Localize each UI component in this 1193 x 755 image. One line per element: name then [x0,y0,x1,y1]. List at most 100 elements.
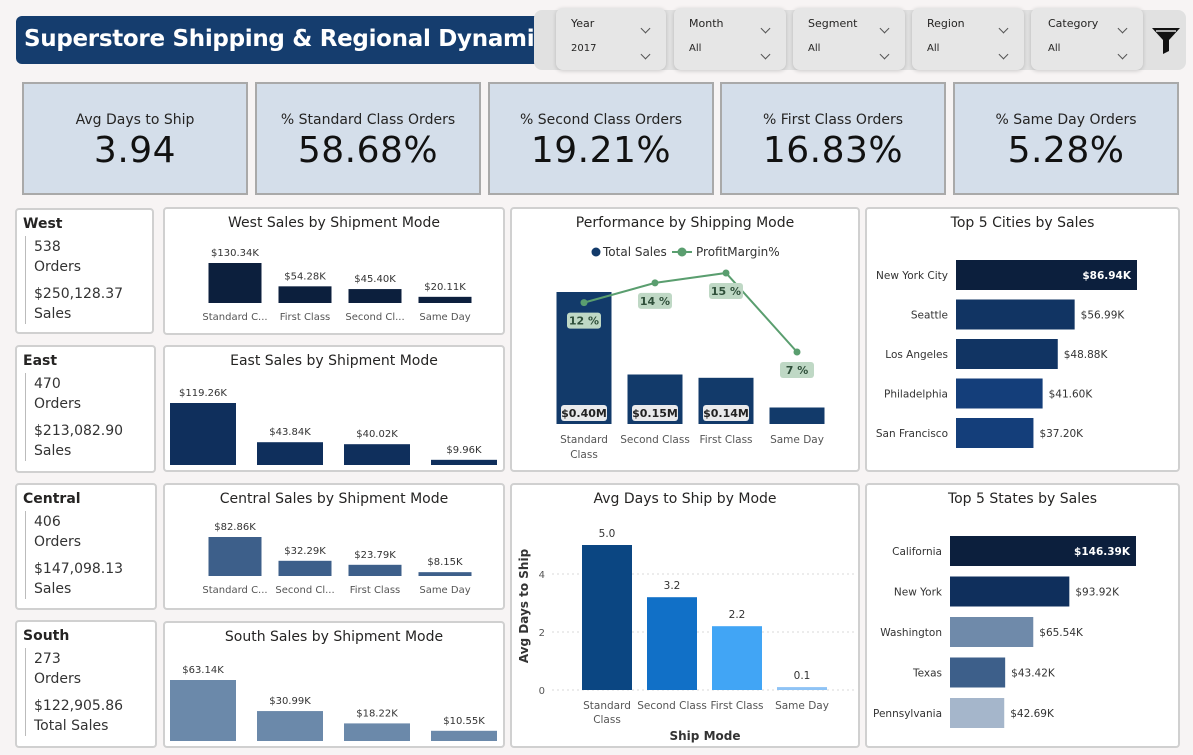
region-sales: $122,905.86 [34,698,124,714]
slicer-region[interactable]: Region All [912,8,1024,70]
region-sales-label: Sales [34,581,72,597]
profit-margin-line [583,271,798,353]
slicer-segment[interactable]: Segment All [793,8,905,70]
data-label: $9.96K [446,445,482,456]
bar [956,378,1043,409]
category-label: Same Day [419,312,470,323]
category-label: Los Angeles [885,349,948,361]
data-label: $130.34K [211,248,259,259]
kpi-label: % Second Class Orders [519,112,683,128]
data-label: 0.1 [794,670,811,682]
slicer-year-value[interactable]: 2017 [571,43,596,54]
region-sales-label: Total Sales [34,718,109,734]
bar [582,545,632,690]
region-sales: $213,082.90 [34,423,124,439]
category-label: Second Class [637,700,707,712]
region-orders: 538 [34,239,61,255]
bar [556,292,612,424]
slicer-month-value[interactable]: All [689,43,701,54]
chevron-down-icon [998,49,1009,60]
south-sales-chart-svg: $63.14K $30.99K $18.22K $10.55K [170,665,497,741]
slicer-month[interactable]: Month All [674,8,786,70]
data-label: $0.40M [561,407,607,420]
region-orders-label: Orders [34,671,82,687]
chart-avg-days: Avg Days to Ship by Mode 0 2 4 5.0 Standard C… [510,483,860,748]
region-sales-label: Sales [34,306,72,322]
profit-margin-point [793,348,801,356]
slicer-region-value[interactable]: All [927,43,939,54]
kpi-value: 3.94 [93,130,177,171]
profit-label: 14 % [640,295,670,308]
region-name: South [23,628,70,644]
bar [418,296,472,303]
kpi-label: % Standard Class Orders [280,112,456,128]
slicer-category-label: Category [1048,17,1099,30]
data-label: $18.22K [356,708,398,719]
chevron-down-icon [879,49,890,60]
region-sales: $250,128.37 [34,286,124,302]
chart-central-sales: Central Sales by Shipment Mode $82.86K St… [163,483,505,610]
category-label: Same Day [770,434,824,446]
category-label: Second Class [620,434,690,446]
funnel-icon[interactable] [1150,24,1182,56]
category-label: Class [593,714,621,726]
bar [170,680,236,741]
slicer-segment-value[interactable]: All [808,43,820,54]
chevron-down-icon [998,23,1009,34]
profit-margin-point [651,279,659,287]
profit-label: 15 % [711,285,741,298]
bar [418,572,472,576]
slicer-year[interactable]: Year 2017 [556,8,666,70]
slicer-region-label: Region [927,17,965,30]
kpi-first-class: % First Class Orders 16.83% [720,82,946,195]
bar [431,730,497,741]
kpi-label: Avg Days to Ship [75,112,195,128]
bar [950,617,1034,647]
category-label: Washington [880,627,942,639]
category-label: First Class [350,585,401,596]
data-label: 3.2 [664,580,681,592]
category-label: Philadelphia [884,389,948,401]
data-label: $41.60K [1049,389,1094,401]
data-label: 5.0 [599,528,616,540]
bar [956,299,1075,330]
data-label: $48.88K [1064,349,1109,361]
slicer-category-value[interactable]: All [1048,43,1060,54]
data-label: $20.11K [424,282,466,293]
chart-south-sales: South Sales by Shipment Mode $63.14K $30.… [163,621,505,748]
chevron-down-icon [879,23,890,34]
chevron-down-icon [760,23,771,34]
data-label: $43.42K [1011,668,1056,680]
divider [25,373,26,461]
region-orders: 273 [34,651,61,667]
bar [956,418,1034,448]
region-sales: $147,098.13 [34,561,124,577]
data-label: $82.86K [214,522,256,533]
bar [278,286,332,303]
y-tick-label: 4 [539,570,545,581]
chevron-down-icon [1117,49,1128,60]
data-label: $8.15K [427,557,463,568]
chart-east-sales: East Sales by Shipment Mode $119.26K $43.… [163,345,505,472]
category-label: New York City [876,270,948,282]
region-card-south: South 273 Orders $122,905.86 Total Sales [15,620,157,748]
bar [208,263,262,303]
kpi-standard-class: % Standard Class Orders 58.68% [255,82,481,195]
bar [170,403,236,465]
chart-top-cities: Top 5 Cities by Sales New York City $86.9… [865,207,1180,472]
bar [950,698,1005,728]
bar [769,407,825,424]
chart-west-sales: West Sales by Shipment Mode $130.34K Stan… [163,207,505,335]
bar [712,626,762,690]
data-label: $146.39K [1074,546,1131,558]
region-orders-label: Orders [34,534,82,550]
data-label: 2.2 [729,609,746,621]
slicer-category[interactable]: Category All [1031,8,1143,70]
category-label: First Class [710,700,763,712]
page-title: Superstore Shipping & Regional Dynamics [16,16,561,64]
top-cities-chart-svg: New York City $86.94K Seattle $56.99K Los An… [876,260,1137,448]
region-orders-label: Orders [34,259,82,275]
kpi-second-class: % Second Class Orders 19.21% [488,82,714,195]
kpi-label: % Same Day Orders [995,112,1137,128]
category-label: Same Day [419,585,470,596]
